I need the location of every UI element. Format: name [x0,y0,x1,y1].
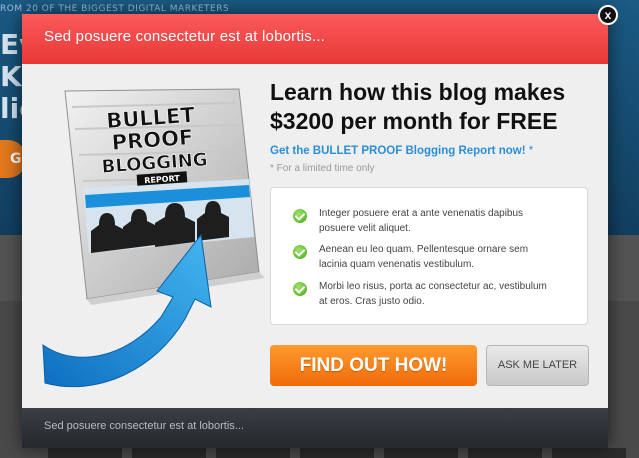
report-link-asterisk: * [528,145,534,157]
limited-time-note: * For a limited time only [270,163,375,174]
ask-me-later-button[interactable]: ASK ME LATER [486,345,589,386]
report-link-text: Get the BULLET PROOF Blogging Report now… [270,145,526,157]
background-thumbnail [132,448,206,458]
benefit-text: Morbi leo risus, porta ac consectetur ac… [319,281,547,307]
find-out-how-button[interactable]: FIND OUT HOW! [270,345,477,386]
headline-line: $3200 per month for FREE [270,108,558,134]
benefit-text: Integer posuere erat a ante venenatis da… [319,208,524,234]
check-icon [293,245,307,259]
background-thumbnail [300,448,374,458]
optin-modal: Sed posuere consectetur est at lobortis.… [22,14,608,448]
background-thumbnail [552,448,626,458]
check-icon [293,282,307,296]
report-link[interactable]: Get the BULLET PROOF Blogging Report now… [270,145,533,157]
modal-header: Sed posuere consectetur est at lobortis.… [22,14,608,64]
benefit-text: Aenean eu leo quam. Pellentesque ornare … [319,244,529,270]
background-thumbnail [216,448,290,458]
background-thumbnail [384,448,458,458]
headline-line: Learn how this blog makes [270,79,566,105]
modal-footer-text: Sed posuere consectetur est at lobortis.… [44,420,244,432]
modal-header-text: Sed posuere consectetur est at lobortis.… [44,28,326,45]
background-thumbnail [468,448,542,458]
headline: Learn how this blog makes $3200 per mont… [270,78,590,136]
ebook-title: BULLET PROOF BLOGGING [101,103,209,178]
benefits-box: Integer posuere erat a ante venenatis da… [270,187,588,325]
check-icon [293,209,307,223]
modal-footer: Sed posuere consectetur est at lobortis.… [22,408,608,448]
ebook-cover-image: BULLET PROOF BLOGGING REPORT [42,88,265,388]
background-thumbnail [48,448,122,458]
background-tagline: ROM 20 OF THE BIGGEST DIGITAL MARKETERS [0,4,230,14]
close-button[interactable]: x [598,5,618,25]
